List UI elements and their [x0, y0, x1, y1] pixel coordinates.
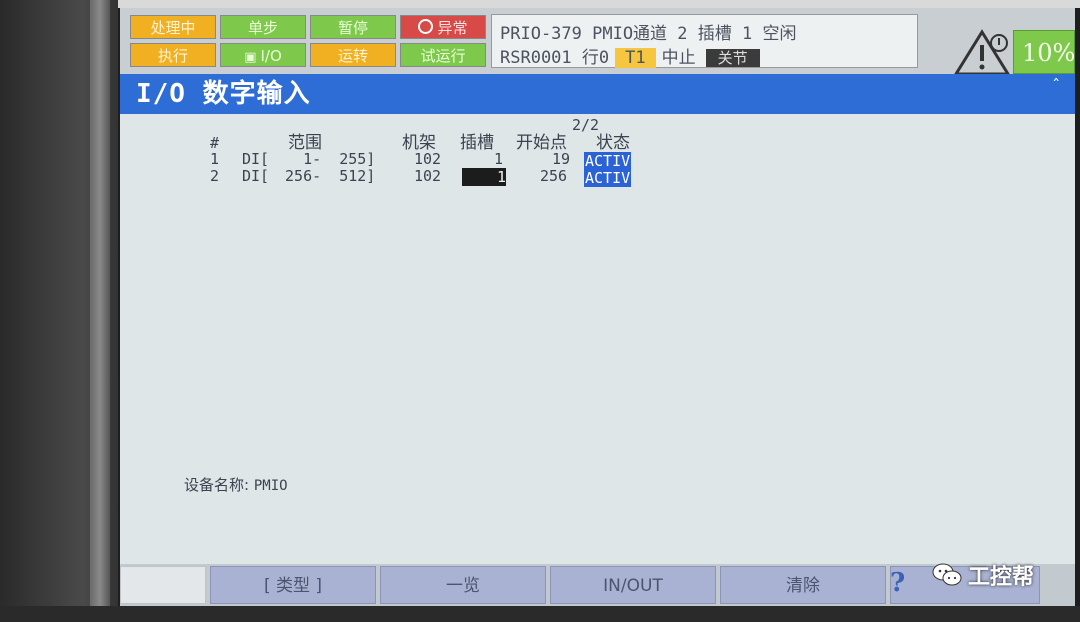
row2-num: 2 [210, 167, 220, 185]
io-table: 2/2 # 范围 机架 插槽 开始点 状态 1 DI[ 1- 255] 102 … [120, 114, 1075, 564]
screen-title-bar: I/O 数字输入 ˆ [120, 74, 1075, 114]
row2-range: 256- 512] [276, 167, 376, 185]
f2-list-button[interactable]: 一览 [380, 566, 546, 604]
alarm-message: PRIO-379 PMIO通道 2 插槽 1 空闲 [500, 24, 797, 44]
status-prod: 运转 [310, 43, 396, 67]
status-run: 执行 [130, 43, 216, 67]
status-io: ▣ I/O [220, 43, 306, 67]
status-test: 试运行 [400, 43, 486, 67]
row1-range: 1- 255] [276, 150, 376, 168]
exec-state: 中止 [661, 48, 696, 68]
status-bar: 处理中 单步 暂停 异常 执行 ▣ I/O 运转 试运行 PRIO-379 PMI… [120, 8, 1075, 76]
teach-pendant-screen: 处理中 单步 暂停 异常 执行 ▣ I/O 运转 试运行 PRIO-379 PMI… [120, 8, 1075, 606]
bezel-bottom [0, 606, 1080, 622]
row1-rack[interactable]: 102 [414, 150, 441, 168]
status-hold: 暂停 [310, 15, 396, 39]
bezel-strip [90, 0, 110, 622]
row1-start[interactable]: 19 [552, 150, 570, 168]
wechat-icon [932, 563, 962, 586]
bezel-top [0, 0, 1080, 8]
device-value: PMIO [253, 478, 288, 494]
status-busy: 处理中 [130, 15, 216, 39]
row2-start[interactable]: 256 [540, 167, 567, 185]
message-box: PRIO-379 PMIO通道 2 插槽 1 空闲 RSR0001 行0 T1 中止… [491, 14, 918, 68]
status-fault: 异常 [400, 15, 486, 39]
fault-icon [418, 19, 434, 34]
row1-status[interactable]: ACTIV [584, 152, 632, 170]
program-line: RSR0001 行0 [500, 48, 610, 68]
warning-icon [953, 29, 1011, 76]
row2-type: DI[ [242, 167, 270, 185]
screen-title: I/O 数字输入 [136, 79, 311, 109]
help-icon: ? [890, 568, 906, 598]
row2-slot-cursor[interactable]: 1 [462, 168, 506, 186]
program-status-line: RSR0001 行0 T1 中止 关节 [500, 43, 760, 68]
row1-num: 1 [210, 150, 220, 168]
io-icon: ▣ [244, 50, 257, 65]
f3-inout-button[interactable]: IN/OUT [550, 566, 716, 604]
override-percent[interactable]: 10% [1013, 30, 1075, 74]
watermark-text: 工控帮 [968, 565, 1035, 590]
f4-clear-button[interactable]: 清除 [720, 566, 886, 604]
pendant-bezel [0, 0, 118, 622]
status-fault-label: 异常 [437, 19, 468, 37]
device-name-line: 设备名称: PMIO [184, 474, 288, 495]
row2-status[interactable]: ACTIV [584, 169, 632, 187]
status-step: 单步 [220, 15, 306, 39]
status-io-label: I/O [260, 47, 282, 65]
f1-type-button[interactable]: [ 类型 ] [210, 566, 376, 604]
mode-badge: T1 [615, 48, 656, 68]
row1-slot[interactable]: 1 [494, 150, 503, 168]
device-label: 设备名称: [184, 476, 250, 494]
row2-rack[interactable]: 102 [414, 167, 441, 185]
coord-badge: 关节 [705, 49, 760, 67]
watermark: 工控帮 [932, 555, 1034, 595]
col-header-slot: 插槽 [460, 133, 494, 153]
col-header-status: 状态 [596, 133, 630, 153]
fkey-blank-left [120, 566, 206, 604]
row1-type: DI[ [242, 150, 270, 168]
collapse-caret-icon[interactable]: ˆ [1051, 68, 1061, 104]
